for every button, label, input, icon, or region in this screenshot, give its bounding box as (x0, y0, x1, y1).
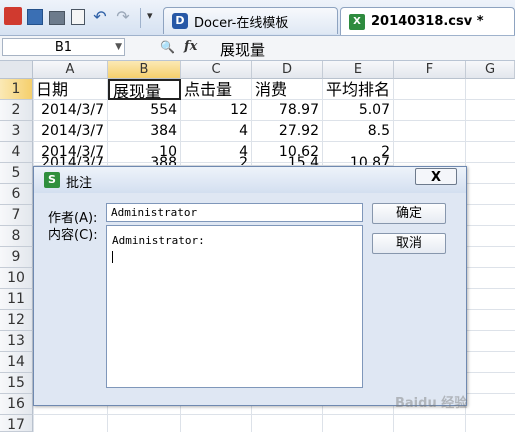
cell-a1[interactable]: 日期 (33, 79, 108, 100)
column-header-b[interactable]: B (108, 61, 181, 79)
row-header[interactable]: 16 (0, 394, 33, 415)
redo-icon[interactable]: ↷ (115, 9, 131, 25)
name-box[interactable]: B1 ▼ (2, 38, 125, 56)
row-header[interactable]: 10 (0, 268, 33, 289)
text-caret (112, 251, 113, 263)
row-header[interactable]: 11 (0, 289, 33, 310)
row-header[interactable]: 14 (0, 352, 33, 373)
baidu-watermark: Baidu 经验 (395, 396, 468, 411)
print-preview-icon[interactable] (71, 9, 85, 25)
row-header[interactable]: 6 (0, 184, 33, 205)
column-header-a[interactable]: A (33, 61, 108, 79)
content-label: 内容(C): (48, 228, 98, 243)
tab-docer-label: Docer-在线模板 (194, 15, 289, 31)
customize-toolbar-icon[interactable]: ▾ (147, 9, 163, 25)
row-header[interactable]: 9 (0, 247, 33, 268)
cancel-button[interactable]: 取消 (372, 233, 446, 254)
cell-e3[interactable]: 8.5 (323, 121, 394, 142)
docer-icon: D (172, 13, 188, 29)
toolbar-separator (140, 8, 141, 28)
row-header[interactable]: 15 (0, 373, 33, 394)
content-text: Administrator: (112, 234, 205, 247)
insert-function-icon[interactable]: fx (184, 39, 197, 54)
row-header[interactable]: 8 (0, 226, 33, 247)
cell-c5[interactable]: 2 (181, 153, 252, 166)
row-header[interactable]: 13 (0, 331, 33, 352)
author-input[interactable]: Administrator (106, 203, 363, 222)
column-header-d[interactable]: D (252, 61, 323, 79)
comment-app-icon: S (44, 172, 60, 188)
wps-logo-icon[interactable] (4, 7, 22, 25)
undo-icon[interactable]: ↶ (92, 9, 108, 25)
row-header[interactable]: 2 (0, 100, 33, 121)
row-header[interactable]: 7 (0, 205, 33, 226)
comment-dialog: S 批注 X 作者(A): Administrator 内容(C): Admin… (33, 166, 467, 406)
cell-d5[interactable]: 15.4 (252, 153, 323, 166)
dialog-title: 批注 (66, 176, 93, 191)
row-header[interactable]: 5 (0, 163, 33, 184)
print-icon[interactable] (49, 11, 65, 25)
formula-input[interactable]: 展现量 (220, 39, 265, 60)
column-header-f[interactable]: F (394, 61, 466, 79)
row-header[interactable]: 12 (0, 310, 33, 331)
cell-e1[interactable]: 平均排名 (323, 79, 394, 100)
close-button[interactable]: X (415, 168, 457, 185)
cell-a5[interactable]: 2014/3/7 (33, 153, 108, 166)
row-header[interactable]: 17 (0, 415, 33, 433)
cell-d2[interactable]: 78.97 (252, 100, 323, 121)
cell-d1[interactable]: 消费 (252, 79, 323, 100)
cell-e2[interactable]: 5.07 (323, 100, 394, 121)
title-toolbar: ↶ ↷ ▾ D Docer-在线模板 X 20140318.csv * (0, 0, 515, 36)
select-all-corner[interactable] (0, 61, 33, 79)
cell-a2[interactable]: 2014/3/7 (33, 100, 108, 121)
column-header-e[interactable]: E (323, 61, 394, 79)
column-header-g[interactable]: G (466, 61, 515, 79)
formula-bar: B1 ▼ 🔍 fx 展现量 (0, 36, 515, 61)
row-header[interactable]: 4 (0, 142, 33, 163)
tab-csv-file-label: 20140318.csv * (371, 14, 484, 29)
spreadsheet-file-icon: X (349, 13, 365, 30)
cell-c2[interactable]: 12 (181, 100, 252, 121)
row-header[interactable]: 1 (0, 79, 33, 100)
cell-e5[interactable]: 10.87 (323, 153, 394, 166)
row-header[interactable]: 3 (0, 121, 33, 142)
content-textarea[interactable]: Administrator: (106, 225, 363, 388)
name-box-value: B1 (54, 40, 73, 55)
ok-button[interactable]: 确定 (372, 203, 446, 224)
cell-b2[interactable]: 554 (108, 100, 181, 121)
column-header-c[interactable]: C (181, 61, 252, 79)
cell-c3[interactable]: 4 (181, 121, 252, 142)
zoom-function-icon[interactable]: 🔍 (160, 40, 175, 54)
cell-b5[interactable]: 388 (108, 153, 181, 166)
cell-a3[interactable]: 2014/3/7 (33, 121, 108, 142)
dialog-titlebar[interactable]: S 批注 X (34, 167, 466, 193)
cell-d3[interactable]: 27.92 (252, 121, 323, 142)
tab-docer[interactable]: D Docer-在线模板 (163, 7, 338, 34)
tab-csv-file[interactable]: X 20140318.csv * (340, 7, 515, 35)
cell-b1[interactable]: 展现量 (108, 79, 181, 100)
save-icon[interactable] (27, 9, 43, 25)
name-box-dropdown-icon[interactable]: ▼ (115, 39, 122, 56)
cell-b3[interactable]: 384 (108, 121, 181, 142)
cell-c1[interactable]: 点击量 (181, 79, 252, 100)
